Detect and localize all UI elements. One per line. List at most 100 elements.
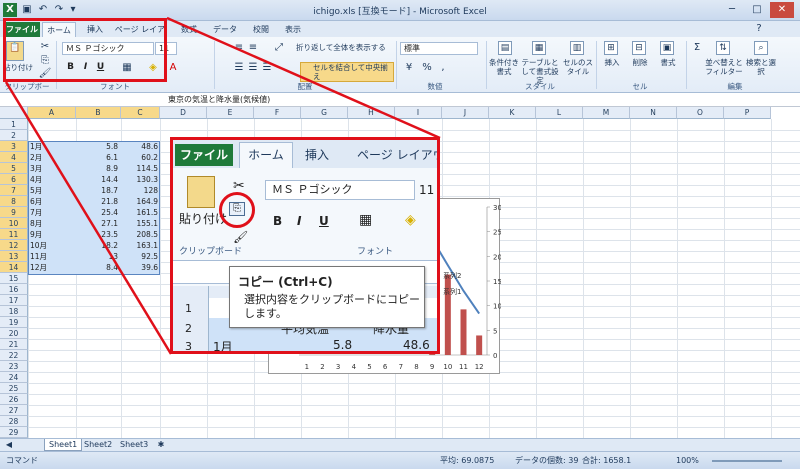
- row-header[interactable]: 17: [0, 295, 28, 306]
- tab-formulas[interactable]: 数式: [172, 22, 206, 37]
- row-header[interactable]: 11: [0, 229, 28, 240]
- column-header[interactable]: N: [630, 107, 677, 119]
- column-header[interactable]: B: [76, 107, 121, 119]
- cell-temperature[interactable]: 18.2: [76, 240, 118, 251]
- row-header[interactable]: 18: [0, 306, 28, 317]
- help-icon[interactable]: ?: [752, 22, 766, 36]
- column-header[interactable]: C: [121, 107, 160, 119]
- sort-filter-button[interactable]: 並べ替えとフィルター: [704, 58, 744, 76]
- cell-month[interactable]: 4月: [30, 174, 42, 185]
- cell-month[interactable]: 7月: [30, 207, 42, 218]
- find-select-icon[interactable]: ⌕: [754, 41, 768, 55]
- format-cells-button[interactable]: 書式: [654, 58, 682, 67]
- row-header[interactable]: 24: [0, 372, 28, 383]
- formula-bar-content[interactable]: 東京の気温と降水量(気候値): [168, 94, 270, 105]
- cell-month[interactable]: 9月: [30, 229, 42, 240]
- close-button[interactable]: ✕: [770, 2, 794, 18]
- cell-style-icon[interactable]: ▥: [570, 41, 584, 55]
- column-header[interactable]: F: [254, 107, 301, 119]
- merge-center-button[interactable]: セルを結合して中央揃え: [300, 62, 394, 82]
- zoom-tab-insert[interactable]: 挿入: [305, 146, 329, 163]
- cell-temperature[interactable]: 8.4: [76, 262, 118, 273]
- cell-precipitation[interactable]: 208.5: [121, 229, 158, 240]
- row-header[interactable]: 1: [0, 119, 28, 130]
- zoom-slider[interactable]: [712, 460, 782, 462]
- column-header[interactable]: L: [536, 107, 583, 119]
- cell-temperature[interactable]: 8.9: [76, 163, 118, 174]
- autosum-icon[interactable]: Σ: [690, 41, 704, 55]
- cell-month[interactable]: 10月: [30, 240, 47, 251]
- row-header[interactable]: 3: [0, 141, 28, 152]
- zoom-fill-color-icon[interactable]: ◈: [405, 212, 416, 228]
- row-header[interactable]: 20: [0, 328, 28, 339]
- align-left-icon[interactable]: ☰: [232, 61, 246, 75]
- insert-cells-icon[interactable]: ⊞: [604, 41, 618, 55]
- sort-filter-icon[interactable]: ⇅: [716, 41, 730, 55]
- insert-cells-button[interactable]: 挿入: [598, 58, 626, 67]
- cell-month[interactable]: 3月: [30, 163, 42, 174]
- orientation-icon[interactable]: ⤢: [272, 41, 286, 55]
- row-header[interactable]: 5: [0, 163, 28, 174]
- column-header[interactable]: E: [207, 107, 254, 119]
- cell-precipitation[interactable]: 130.3: [121, 174, 158, 185]
- cell-temperature[interactable]: 6.1: [76, 152, 118, 163]
- align-right-icon[interactable]: ☰: [260, 61, 274, 75]
- cell-month[interactable]: 1月: [30, 141, 42, 152]
- zoom-copy-icon[interactable]: ⎘: [229, 202, 245, 216]
- cell-temperature[interactable]: 14.4: [76, 174, 118, 185]
- zoom-border-icon[interactable]: ▦: [359, 212, 372, 228]
- sheet-tab-3[interactable]: Sheet3: [116, 439, 152, 451]
- column-header[interactable]: G: [301, 107, 348, 119]
- row-header[interactable]: 10: [0, 218, 28, 229]
- cell-precipitation[interactable]: 128: [121, 185, 158, 196]
- row-header[interactable]: 16: [0, 284, 28, 295]
- wrap-text-button[interactable]: 折り返して全体を表示する: [296, 43, 396, 52]
- zoom-font-name-field[interactable]: ＭＳ Ｐゴシック: [265, 180, 415, 200]
- number-format-field[interactable]: 標準: [400, 42, 478, 55]
- zoom-font-size-field[interactable]: 11: [419, 180, 437, 200]
- row-header[interactable]: 8: [0, 196, 28, 207]
- tab-data[interactable]: データ: [208, 22, 242, 37]
- column-header[interactable]: M: [583, 107, 630, 119]
- zoom-paste-icon[interactable]: [187, 176, 215, 208]
- row-header[interactable]: 13: [0, 251, 28, 262]
- cell-temperature[interactable]: 21.8: [76, 196, 118, 207]
- row-header[interactable]: 6: [0, 174, 28, 185]
- column-header[interactable]: H: [348, 107, 395, 119]
- row-header[interactable]: 26: [0, 394, 28, 405]
- conditional-format-icon[interactable]: ▤: [498, 41, 512, 55]
- table-format-icon[interactable]: ▦: [532, 41, 546, 55]
- cell-month[interactable]: 11月: [30, 251, 47, 262]
- sheet-tab-2[interactable]: Sheet2: [80, 439, 116, 451]
- row-header[interactable]: 22: [0, 350, 28, 361]
- cell-precipitation[interactable]: 60.2: [121, 152, 158, 163]
- column-header[interactable]: J: [442, 107, 489, 119]
- sheet-tab-1[interactable]: Sheet1: [44, 439, 83, 451]
- cell-precipitation[interactable]: 39.6: [121, 262, 158, 273]
- cell-temperature[interactable]: 18.7: [76, 185, 118, 196]
- currency-icon[interactable]: ¥: [402, 61, 416, 75]
- percent-button[interactable]: %: [420, 61, 434, 75]
- row-header[interactable]: 9: [0, 207, 28, 218]
- cell-precipitation[interactable]: 48.6: [121, 141, 158, 152]
- font-color-icon[interactable]: A: [166, 61, 180, 75]
- tab-review[interactable]: 校閲: [244, 22, 278, 37]
- cell-month[interactable]: 2月: [30, 152, 42, 163]
- cell-precipitation[interactable]: 92.5: [121, 251, 158, 262]
- cell-precipitation[interactable]: 114.5: [121, 163, 158, 174]
- zoom-underline-button[interactable]: U: [319, 214, 329, 228]
- row-header[interactable]: 21: [0, 339, 28, 350]
- column-header[interactable]: I: [395, 107, 442, 119]
- row-header[interactable]: 19: [0, 317, 28, 328]
- comma-button[interactable]: ,: [436, 61, 450, 75]
- insert-sheet-icon[interactable]: ✱: [154, 438, 168, 452]
- cell-month[interactable]: 8月: [30, 218, 42, 229]
- zoom-tab-home[interactable]: ホーム: [239, 142, 293, 168]
- row-header[interactable]: 14: [0, 262, 28, 273]
- align-middle-icon[interactable]: ≡: [246, 41, 260, 55]
- cell-month[interactable]: 12月: [30, 262, 47, 273]
- row-header[interactable]: 7: [0, 185, 28, 196]
- cell-precipitation[interactable]: 155.1: [121, 218, 158, 229]
- row-header[interactable]: 4: [0, 152, 28, 163]
- zoom-italic-button[interactable]: I: [297, 214, 301, 228]
